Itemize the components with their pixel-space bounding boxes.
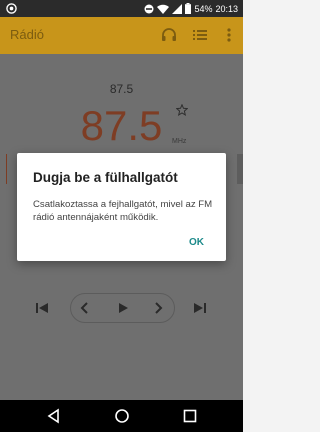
app-bar: Rádió — [0, 17, 243, 54]
list-icon[interactable] — [191, 26, 209, 44]
tuner-scale-edge — [237, 154, 243, 184]
ok-button[interactable]: OK — [189, 237, 204, 248]
seek-back-icon[interactable] — [76, 299, 94, 317]
headphones-required-dialog: Dugja be a fülhallgatót Csatlakoztassa a… — [17, 153, 226, 261]
play-icon[interactable] — [114, 299, 132, 317]
playback-controls — [0, 291, 243, 327]
battery-icon — [185, 3, 192, 14]
battery-percent: 54% — [194, 3, 213, 14]
navigation-bar — [0, 400, 243, 432]
skip-previous-icon[interactable] — [33, 299, 51, 317]
skip-next-icon[interactable] — [191, 299, 209, 317]
station-label: 87.5 — [109, 82, 134, 96]
notification-circle-icon — [6, 3, 17, 14]
dialog-message: Csatlakoztassa a fejhallgatót, mivel az … — [33, 199, 213, 223]
star-icon[interactable] — [176, 104, 188, 116]
wifi-icon — [157, 4, 170, 14]
clock-time: 20:13 — [215, 3, 238, 14]
do-not-disturb-icon — [144, 4, 154, 13]
frequency-unit: MHz — [172, 138, 187, 145]
status-bar: 54% 20:13 — [0, 0, 243, 17]
dialog-title: Dugja be a fülhallgatót — [33, 170, 178, 185]
frequency-display: 87.5 — [80, 102, 163, 149]
app-title: Rádió — [10, 27, 44, 42]
tuner-indicator[interactable] — [6, 154, 7, 184]
seek-forward-icon[interactable] — [149, 299, 167, 317]
signal-icon — [172, 3, 183, 14]
home-icon[interactable] — [113, 407, 131, 425]
recents-icon[interactable] — [181, 407, 199, 425]
back-icon[interactable] — [45, 407, 63, 425]
headphones-icon[interactable] — [160, 26, 178, 44]
more-vert-icon[interactable] — [220, 26, 238, 44]
